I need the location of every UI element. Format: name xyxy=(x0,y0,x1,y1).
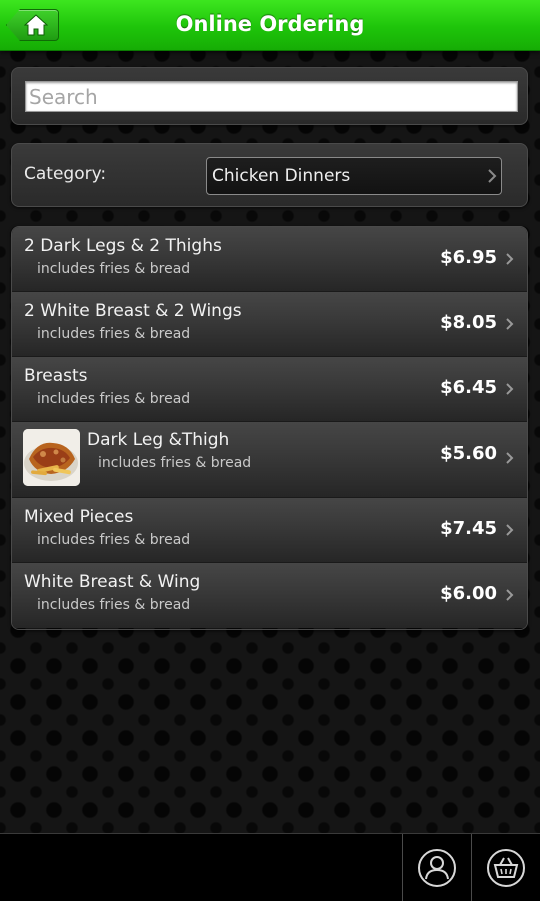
item-price: $8.05 xyxy=(440,312,497,333)
bottom-toolbar xyxy=(0,833,540,901)
category-label: Category: xyxy=(24,164,107,184)
chevron-right-icon xyxy=(506,524,514,536)
chevron-right-icon xyxy=(506,253,514,265)
chevron-right-icon xyxy=(506,383,514,395)
app-header: Online Ordering xyxy=(0,0,540,51)
shopping-basket-icon xyxy=(487,848,525,887)
item-description: includes fries & bread xyxy=(98,455,252,471)
item-price: $6.45 xyxy=(440,377,497,398)
menu-item[interactable]: Dark Leg &Thigh includes fries & bread $… xyxy=(12,422,527,498)
item-description: includes fries & bread xyxy=(37,261,191,277)
item-price: $6.95 xyxy=(440,247,497,268)
menu-item[interactable]: 2 Dark Legs & 2 Thighs includes fries & … xyxy=(12,227,527,292)
item-name: Dark Leg &Thigh xyxy=(87,430,230,450)
chevron-right-icon xyxy=(506,589,514,601)
chevron-right-icon xyxy=(506,452,514,464)
category-panel: Category: Chicken Dinners xyxy=(11,143,528,207)
menu-item[interactable]: Mixed Pieces includes fries & bread $7.4… xyxy=(12,498,527,563)
item-name: Mixed Pieces xyxy=(24,507,134,527)
item-price: $7.45 xyxy=(440,518,497,539)
account-icon xyxy=(418,848,456,887)
account-button[interactable] xyxy=(402,834,471,901)
item-description: includes fries & bread xyxy=(37,326,191,342)
item-name: White Breast & Wing xyxy=(24,572,201,592)
item-price: $6.00 xyxy=(440,583,497,604)
category-selected-value: Chicken Dinners xyxy=(212,166,351,186)
category-select[interactable]: Chicken Dinners xyxy=(206,157,502,195)
item-description: includes fries & bread xyxy=(37,391,191,407)
search-input[interactable] xyxy=(25,81,518,112)
menu-item-list: 2 Dark Legs & 2 Thighs includes fries & … xyxy=(11,226,528,630)
menu-item[interactable]: Breasts includes fries & bread $6.45 xyxy=(12,357,527,422)
page-title: Online Ordering xyxy=(175,12,365,36)
item-name: 2 Dark Legs & 2 Thighs xyxy=(24,236,222,256)
chevron-right-icon xyxy=(506,318,514,330)
item-price: $5.60 xyxy=(440,443,497,464)
menu-item[interactable]: White Breast & Wing includes fries & bre… xyxy=(12,563,527,628)
item-name: Breasts xyxy=(24,366,88,386)
food-thumbnail xyxy=(23,429,80,486)
chevron-right-icon xyxy=(488,169,497,183)
item-description: includes fries & bread xyxy=(37,532,191,548)
search-panel xyxy=(11,67,528,125)
item-description: includes fries & bread xyxy=(37,597,191,613)
menu-item[interactable]: 2 White Breast & 2 Wings includes fries … xyxy=(12,292,527,357)
cart-button[interactable] xyxy=(471,834,540,901)
item-name: 2 White Breast & 2 Wings xyxy=(24,301,242,321)
